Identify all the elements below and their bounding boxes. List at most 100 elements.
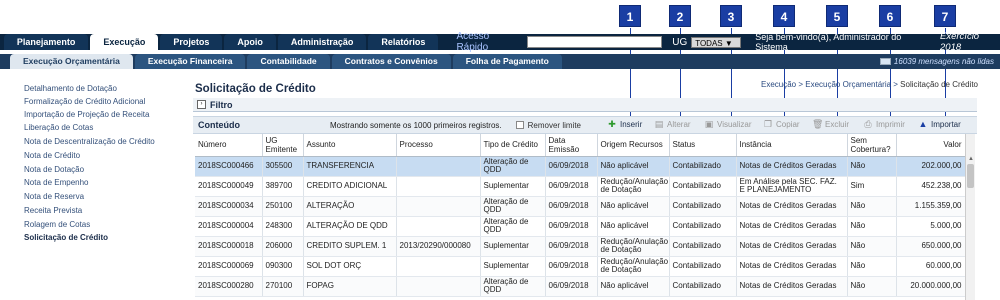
table-cell: Notas de Créditos Geradas [736,256,848,277]
callout-6: 6 [879,5,901,27]
callout-1: 1 [619,5,641,27]
table-cell: CREDITO SUPLEM. 1 [303,236,397,257]
sidebar-item-nota-credito[interactable]: Nota de Crédito [24,151,80,160]
table-cell: 2018SC000466 [195,156,263,177]
exercise-year[interactable]: Exercício 2018 [940,31,1000,53]
breadcrumb-current: Solicitação de Crédito [900,80,978,89]
subtab-contabilidade[interactable]: Contabilidade [247,54,330,69]
records-limit-text: Mostrando somente os 1000 primeiros regi… [330,120,502,130]
table-cell: Notas de Créditos Geradas [736,196,848,217]
trash-icon: 🗑 [812,119,824,129]
sidebar-item-liberacao-cotas[interactable]: Liberação de Cotas [24,123,93,132]
copy-button[interactable]: ❐ Copiar [763,119,800,129]
tab-apoio[interactable]: Apoio [224,34,276,50]
chevron-down-icon: ▼ [724,38,733,48]
table-cell: Sim [847,176,897,197]
delete-button[interactable]: 🗑 Excluir [812,119,849,129]
callout-3: 3 [720,5,742,27]
table-cell: 250100 [262,196,304,217]
column-header[interactable]: Origem Recursos [597,134,670,157]
sidebar-item-solicitacao-credito[interactable]: Solicitação de Crédito [24,233,108,242]
table-cell: 06/09/2018 [545,156,598,177]
table-row[interactable]: 2018SC000004 248300 ALTERAÇÃO DE QDD Alt… [195,216,966,237]
table-cell: Alteração de QDD [480,156,546,177]
tab-execucao[interactable]: Execução [90,34,159,50]
sidebar-item-nota-descentralizacao[interactable]: Nota de Descentralização de Crédito [24,137,155,146]
callout-5: 5 [826,5,848,27]
table-cell: 2018SC000280 [195,276,263,297]
tab-relatorios[interactable]: Relatórios [368,34,439,50]
table-cell: FOPAG [303,276,397,297]
view-button[interactable]: ▣ Visualizar [704,119,752,129]
page-title: Solicitação de Crédito [195,83,316,95]
print-label: Imprimir [876,119,905,129]
remove-limit-checkbox[interactable] [515,121,524,129]
breadcrumb-path[interactable]: Execução > Execução Orçamentária > [761,80,900,89]
table-cell: Contabilizado [669,256,737,277]
subtab-folha-pagamento[interactable]: Folha de Pagamento [452,54,562,69]
insert-button[interactable]: ✚ Inserir [607,119,642,129]
column-header[interactable]: Sem Cobertura? [847,134,897,157]
tab-administracao[interactable]: Administração [277,34,367,50]
sidebar-item-nota-reserva[interactable]: Nota de Reserva [24,192,84,201]
table-row[interactable]: 2018SC000069 090300 SOL DOT ORÇ Suplemen… [195,256,966,277]
column-header[interactable]: Instância [736,134,848,157]
table-row[interactable]: 2018SC000466 305500 TRANSFERENCIA Altera… [195,156,966,177]
sidebar-item-rolagem-cotas[interactable]: Rolagem de Cotas [24,220,90,229]
table-cell: 389700 [262,176,304,197]
unread-messages[interactable]: 16039 mensagens não lidas [879,57,1000,66]
filter-bar[interactable]: › Filtro [193,98,977,112]
subtab-execucao-financeira[interactable]: Execução Financeira [134,54,246,69]
subtab-contratos-convenios[interactable]: Contratos e Convênios [331,54,451,69]
sidebar-item-nota-empenho[interactable]: Nota de Empenho [24,178,89,187]
table-scrollbar[interactable]: ▲ [965,134,975,300]
subtab-execucao-orcamentaria[interactable]: Execução Orçamentária [10,54,133,69]
edit-button[interactable]: ▤ Alterar [654,119,691,129]
table-cell: Notas de Créditos Geradas [736,276,848,297]
sub-navigation: Execução Orçamentária Execução Financeir… [0,54,1000,69]
table-row[interactable]: 2018SC000018 206000 CREDITO SUPLEM. 1 20… [195,236,966,257]
column-header[interactable]: Status [669,134,737,157]
column-header[interactable]: UG Emitente [262,134,304,157]
sidebar-item-receita-prevista[interactable]: Receita Prevista [24,206,82,215]
expand-arrow-icon[interactable]: › [197,100,206,109]
table-cell: Notas de Créditos Geradas [736,236,848,257]
table-cell: TRANSFERENCIA [303,156,397,177]
table-cell: Alteração de QDD [480,276,546,297]
tab-planejamento[interactable]: Planejamento [3,34,89,50]
table-cell: Notas de Créditos Geradas [736,156,848,177]
table-cell: Suplementar [480,236,546,257]
column-header[interactable]: Assunto [303,134,397,157]
table-row[interactable]: 2018SC000280 270100 FOPAG Alteração de Q… [195,276,966,297]
quick-access-input[interactable] [526,36,663,48]
import-button[interactable]: ▲ Importar [918,119,961,129]
table-cell: Contabilizado [669,176,737,197]
column-header[interactable]: Data Emissão [545,134,598,157]
table-cell: 2018SC000034 [195,196,263,217]
sidebar-item-formalizacao[interactable]: Formalização de Crédito Adicional [24,97,145,106]
sidebar-item-nota-dotacao[interactable]: Nota de Dotação [24,165,84,174]
sidebar-item-detalhamento[interactable]: Detalhamento de Dotação [24,84,117,93]
column-header[interactable]: Tipo de Crédito [480,134,546,157]
envelope-icon [879,58,891,65]
view-icon: ▣ [704,119,714,129]
table-cell: 2018SC000004 [195,216,263,237]
scroll-up-icon[interactable]: ▲ [968,156,974,162]
print-button[interactable]: ⎙ Imprimir [863,119,905,129]
callout-7: 7 [934,5,956,27]
column-header[interactable]: Número [195,134,263,157]
table-cell: Não [847,216,897,237]
sidebar-item-importacao[interactable]: Importação de Projeção de Receita [24,110,149,119]
filter-label: Filtro [210,99,233,110]
column-header[interactable]: Processo [396,134,481,157]
table-cell: ALTERAÇÃO DE QDD [303,216,397,237]
table-row[interactable]: 2018SC000049 389700 CREDITO ADICIONAL Su… [195,176,966,197]
table-row[interactable]: 2018SC000034 250100 ALTERAÇÃO Alteração … [195,196,966,217]
column-header[interactable]: Valor [896,134,966,157]
ug-select[interactable]: TODAS ▼ [691,36,742,48]
top-navigation: Planejamento Execução Projetos Apoio Adm… [0,31,1000,53]
printer-icon: ⎙ [864,119,872,129]
scrollbar-thumb[interactable] [967,164,974,188]
tab-projetos[interactable]: Projetos [160,34,223,50]
table-cell: Não [847,236,897,257]
